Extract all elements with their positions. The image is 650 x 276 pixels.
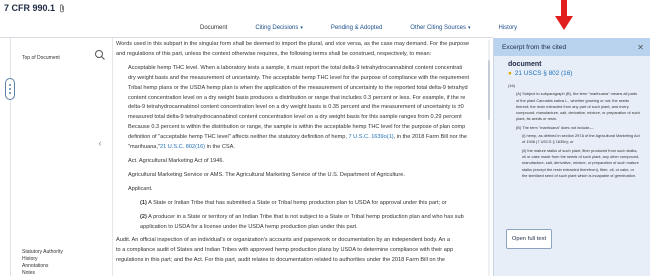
document-title: 7 CFR 990.1 <box>4 3 56 13</box>
excerpt-header: Excerpt from the cited ✕ <box>494 38 650 56</box>
paragraph-line: Words used in this subpart in the singul… <box>116 41 470 47</box>
line-text: A producer in a State or territory of an… <box>148 213 464 220</box>
handle-dot <box>9 84 11 86</box>
search-icon[interactable] <box>94 48 106 60</box>
handle-dot <box>9 88 11 90</box>
paragraph-line: (2) A producer in a State or territory o… <box>116 213 492 223</box>
paragraph-line: delta-9 tetrahydrocannabinol content con… <box>128 104 464 111</box>
tab-history[interactable]: History <box>485 20 532 38</box>
tab-label: Other Citing Sources <box>410 25 466 31</box>
paragraph-line: and regulations of this part, unless the… <box>116 50 432 57</box>
excerpt-subtitle: document <box>508 61 542 68</box>
paragraph-line: Audit. An official inspection of an indi… <box>116 237 451 244</box>
line-text: in the CSA. <box>205 144 235 151</box>
top-bar: 7 CFR 990.1 <box>0 0 650 16</box>
excerpt-para: (16) <box>508 83 515 88</box>
tab-label: Document <box>200 25 228 31</box>
paragraph-line: Applicant. <box>128 185 153 192</box>
citation-text: 21 USCS § 802 (16) <box>514 70 573 77</box>
citation-link-marihuana[interactable]: 21 U.S.C. 802(16) <box>160 144 205 150</box>
paragraph-line: dry weight basis and the measurement of … <box>128 74 470 81</box>
paragraph-line: regulations in this part; and the Act. F… <box>116 257 445 264</box>
close-icon[interactable]: ✕ <box>637 43 644 52</box>
tab-label: History <box>498 25 518 31</box>
arrow-down-icon <box>555 0 573 30</box>
citation-link-hemp[interactable]: 7 U.S.C. 1639o(1) <box>349 134 394 140</box>
excerpt-para: (B) The term "marihuana" does not includ… <box>516 124 594 130</box>
excerpt-body: (16) (A) Subject to subparagraph (B), th… <box>494 77 650 179</box>
outline-scroll-handle[interactable] <box>5 78 15 100</box>
tab-document[interactable]: Document <box>186 20 242 38</box>
open-full-text-button[interactable]: Open full text <box>506 229 552 249</box>
excerpt-title: Excerpt from the cited <box>502 43 567 51</box>
chevron-down-icon: ▾ <box>468 25 471 31</box>
excerpt-panel: Excerpt from the cited ✕ document ● 21 US… <box>493 38 650 276</box>
chevron-left-icon[interactable]: ‹ <box>94 136 106 150</box>
content-scrollbar[interactable] <box>487 40 491 276</box>
bullet-icon: ● <box>508 70 512 77</box>
tab-other-citing-sources[interactable]: Other Citing Sources ▾ <box>396 20 484 38</box>
excerpt-para: (A) Subject to subparagraph (B), the ter… <box>516 91 640 122</box>
paragraph-line: "marihuana,"21 U.S.C. 802(16) in the CSA… <box>116 143 492 153</box>
paperclip-icon[interactable] <box>59 3 67 13</box>
paragraph-line: to a compliance audit of States and Indi… <box>116 247 454 254</box>
tab-label: Pending & Adopted <box>330 25 383 31</box>
paragraph-line: measured total delta-9 tetrahydrocannabi… <box>128 114 462 121</box>
paragraph-line: Act. Agricultural Marketing Act of 1946. <box>128 157 225 164</box>
excerpt-citation[interactable]: ● 21 USCS § 802 (16) <box>494 68 650 77</box>
excerpt-para: (ii) the mature stalks of such plant, fi… <box>522 147 640 178</box>
paragraph-line: content concentration level on a dry wei… <box>128 94 466 101</box>
paragraph-line: definition of "acceptable hemp THC level… <box>116 133 492 143</box>
excerpt-para: (i) hemp, as defined in section 297A of … <box>522 133 640 145</box>
outline-link-history[interactable]: History <box>22 256 38 262</box>
chevron-down-icon: ▾ <box>300 25 303 31</box>
paragraph-line: application to USDA for a license under … <box>140 223 358 230</box>
tab-pending-adopted[interactable]: Pending & Adopted <box>317 20 396 38</box>
line-text: A State or Indian Tribe that has submitt… <box>148 199 447 206</box>
item-label: (2) <box>140 213 147 220</box>
line-text: definition of "acceptable hemp THC level… <box>128 134 349 141</box>
outline-link-notes[interactable]: Notes <box>22 270 35 276</box>
left-outline-panel: Top of Document ‹ Statutory Authority Hi… <box>0 38 113 276</box>
tab-citing-decisions[interactable]: Citing Decisions ▾ <box>241 20 317 38</box>
document-tabs: Document Citing Decisions ▾ Pending & Ado… <box>186 20 531 38</box>
paragraph-line: Agricultural Marketing Service or AMS. T… <box>128 171 405 178</box>
line-text: "marihuana," <box>128 144 160 151</box>
item-label: (1) <box>140 199 147 206</box>
paragraph-line: Tribal hemp plans or the USDA hemp plan … <box>128 84 468 91</box>
outline-link-top[interactable]: Top of Document <box>22 55 60 61</box>
paragraph-line: (1) A State or Indian Tribe that has sub… <box>116 199 492 209</box>
handle-dot <box>9 92 11 94</box>
paragraph-line: Because 0.3 percent is within the distri… <box>128 124 466 131</box>
paragraph-line: Acceptable hemp THC level. When a labora… <box>128 64 463 71</box>
outline-link-statutory-authority[interactable]: Statutory Authority <box>22 249 63 255</box>
tab-label: Citing Decisions <box>255 25 299 31</box>
outline-track <box>10 38 11 276</box>
outline-link-annotations[interactable]: Annotations <box>22 263 48 269</box>
line-text: , in the 2018 Farm Bill nor the <box>393 134 467 141</box>
document-body: Words used in this subpart in the singul… <box>116 40 492 276</box>
